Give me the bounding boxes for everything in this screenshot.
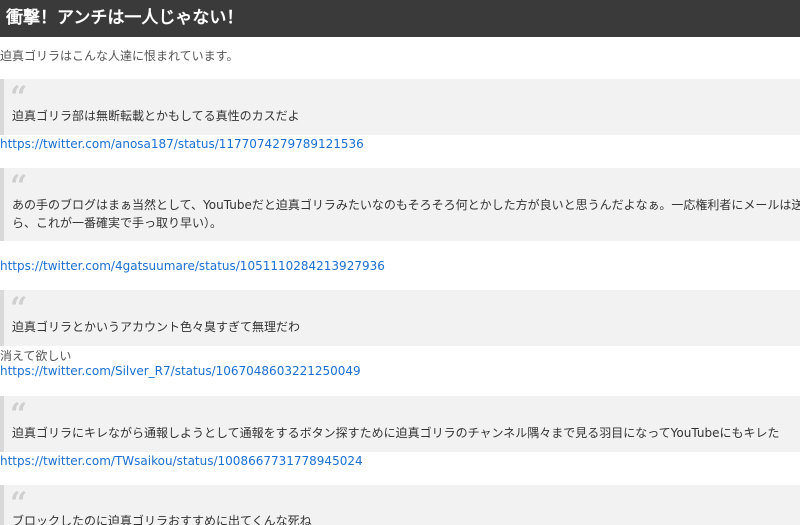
intro-text: 迫真ゴリラはこんな人達に恨まれています。: [0, 49, 239, 63]
section-heading: 衝撃！アンチは一人じゃない！: [0, 0, 800, 37]
quote-text: あの手のブログはまぁ当然として、YouTubeだと迫真ゴリラみたいなのもそろそろ…: [12, 198, 800, 212]
tweet-quote: “ あの手のブログはまぁ当然として、YouTubeだと迫真ゴリラみたいなのもそろ…: [0, 168, 800, 241]
quote-text: ブロックしたのに迫真ゴリラおすすめに出てくんな死ね: [12, 514, 312, 525]
extra-comment: 消えて欲しい: [0, 349, 72, 363]
quote-text: 迫真ゴリラとかいうアカウント色々臭すぎて無理だわ: [12, 320, 301, 334]
tweet-quote: “ 迫真ゴリラとかいうアカウント色々臭すぎて無理だわ: [0, 290, 800, 346]
tweet-link[interactable]: https://twitter.com/TWsaikou/status/1008…: [0, 454, 363, 468]
tweet-link[interactable]: https://twitter.com/Silver_R7/status/106…: [0, 364, 361, 378]
tweet-link[interactable]: https://twitter.com/anosa187/status/1177…: [0, 137, 364, 151]
quote-text: 迫真ゴリラ部は無断転載とかもしてる真性のカスだよ: [12, 109, 300, 123]
tweet-quote: “ 迫真ゴリラ部は無断転載とかもしてる真性のカスだよ: [0, 79, 800, 135]
tweet-link[interactable]: https://twitter.com/4gatsuumare/status/1…: [0, 259, 385, 273]
quote-text: ら、これが一番確実で手っ取り早い）。: [12, 216, 223, 230]
quote-text: 迫真ゴリラにキレながら通報しようとして通報をするボタン探すために迫真ゴリラのチャ…: [12, 426, 780, 440]
tweet-quote: “ 迫真ゴリラにキレながら通報しようとして通報をするボタン探すために迫真ゴリラの…: [0, 396, 800, 452]
article-page: 衝撃！アンチは一人じゃない！ 迫真ゴリラはこんな人達に恨まれています。 “ 迫真…: [0, 0, 800, 525]
tweet-quote: “ ブロックしたのに迫真ゴリラおすすめに出てくんな死ね: [0, 485, 800, 525]
